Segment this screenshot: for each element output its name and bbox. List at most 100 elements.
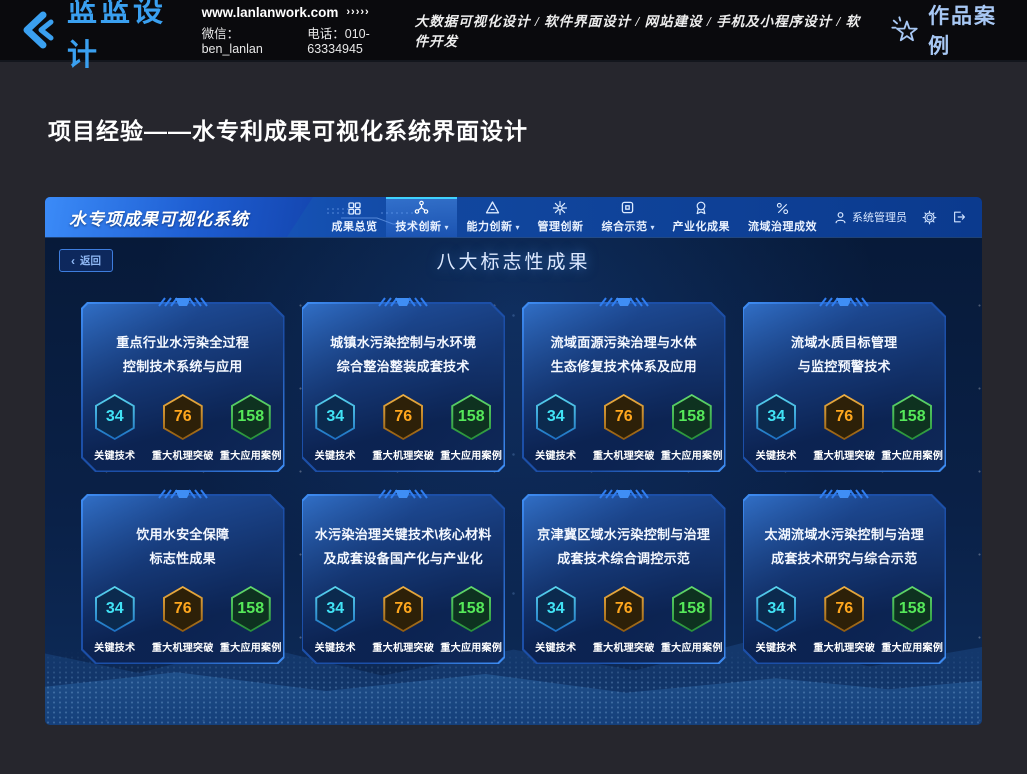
- flower-icon: [552, 200, 568, 216]
- chevron-down-icon: [512, 217, 519, 235]
- percent-icon: [775, 201, 790, 216]
- card-title-line1: 饮用水安全保障: [136, 523, 229, 547]
- hexagon-icon: 34: [756, 394, 796, 440]
- badge-application-cases: 158 重大应用案例: [659, 586, 725, 654]
- badge-label: 重大应用案例: [661, 639, 723, 654]
- badge-application-cases: 158 重大应用案例: [659, 394, 725, 462]
- achievement-card[interactable]: 城镇水污染控制与水环境 综合整治整装成套技术 34 关键技术: [302, 302, 506, 472]
- app-title: 水专项成果可视化系统: [69, 205, 249, 230]
- badge-major-breakthrough: 76 重大机理突破: [370, 586, 436, 654]
- badge-label: 重大应用案例: [220, 447, 282, 462]
- badges-row: 34 关键技术 76 重大机理突破: [743, 394, 945, 462]
- badge-key-tech: 34 关键技术: [523, 586, 589, 654]
- card-top-ornament: [361, 489, 445, 499]
- badge-label: 关键技术: [756, 639, 797, 654]
- hexagon-icon: 158: [672, 394, 712, 440]
- nav-label: 能力创新: [466, 218, 512, 234]
- badge-key-tech: 34 关键技术: [302, 586, 368, 654]
- nav-label: 综合示范: [601, 218, 647, 234]
- settings-gear-icon[interactable]: [922, 210, 937, 225]
- achievement-card[interactable]: 流域水质目标管理 与监控预警技术 34 关键技术: [743, 302, 947, 472]
- hexagon-icon: 158: [892, 394, 932, 440]
- nav-item-capability-innovation[interactable]: 能力创新: [457, 197, 528, 237]
- app-logo-banner: 水专项成果可视化系统: [45, 197, 313, 237]
- card-content: 流域水质目标管理 与监控预警技术 34 关键技术: [743, 302, 947, 472]
- nav-label: 技术创新: [395, 218, 441, 234]
- card-content: 京津冀区域水污染控制与治理 成套技术综合调控示范 34 关键技术: [522, 494, 726, 664]
- card-title-line2: 与监控预警技术: [791, 355, 897, 379]
- badges-row: 34 关键技术 76 重大机理突破: [743, 586, 945, 654]
- chevron-down-icon: [441, 217, 448, 235]
- arrows-decoration: ›››››: [346, 6, 369, 18]
- badge-label: 关键技术: [315, 639, 356, 654]
- badge-label: 重大应用案例: [440, 447, 502, 462]
- badge-label: 重大机理突破: [372, 447, 434, 462]
- user-name: 系统管理员: [852, 209, 907, 225]
- logout-icon[interactable]: [952, 210, 966, 224]
- card-title-line1: 水污染治理关键技术\核心材料: [315, 523, 492, 547]
- nav-item-management-innovation[interactable]: 管理创新: [528, 197, 592, 237]
- back-button-label: 返回: [80, 253, 101, 268]
- card-title-line2: 及成套设备国产化与产业化: [315, 547, 492, 571]
- badge-label: 关键技术: [94, 639, 135, 654]
- chevron-left-icon: ‹: [71, 255, 75, 267]
- hexagon-icon: 76: [824, 394, 864, 440]
- user-chip[interactable]: 系统管理员: [834, 209, 907, 225]
- card-title-line2: 成套技术研究与综合示范: [764, 547, 924, 571]
- medal-icon: [693, 200, 709, 216]
- card-content: 重点行业水污染全过程 控制技术系统与应用 34 关键技术: [81, 302, 285, 472]
- badge-major-breakthrough: 76 重大机理突破: [811, 586, 877, 654]
- card-content: 水污染治理关键技术\核心材料 及成套设备国产化与产业化 34 关键技术: [302, 494, 506, 664]
- badges-row: 34 关键技术 76 重大机理突破: [82, 394, 284, 462]
- site-logo[interactable]: 蓝蓝设计: [18, 0, 184, 74]
- hexagon-icon: 76: [604, 394, 644, 440]
- hexagon-icon: 76: [383, 394, 423, 440]
- lanlan-logo-icon: [18, 10, 58, 50]
- badge-application-cases: 158 重大应用案例: [218, 586, 284, 654]
- badge-key-tech: 34 关键技术: [82, 586, 148, 654]
- card-title-line1: 城镇水污染控制与水环境: [330, 331, 476, 355]
- badge-major-breakthrough: 76 重大机理突破: [150, 394, 216, 462]
- badges-row: 34 关键技术 76 重大机理突破: [523, 586, 725, 654]
- achievement-card[interactable]: 饮用水安全保障 标志性成果 34 关键技术: [81, 494, 285, 664]
- nav-label: 成果总览: [331, 218, 377, 234]
- achievement-card[interactable]: 京津冀区域水污染控制与治理 成套技术综合调控示范 34 关键技术: [522, 494, 726, 664]
- hexagon-icon: 34: [95, 586, 135, 632]
- hexagon-icon: 76: [604, 586, 644, 632]
- card-top-ornament: [802, 489, 886, 499]
- back-button[interactable]: ‹ 返回: [59, 249, 113, 272]
- achievement-card[interactable]: 太湖流域水污染控制与治理 成套技术研究与综合示范 34 关键技术: [743, 494, 947, 664]
- achievement-card[interactable]: 水污染治理关键技术\核心材料 及成套设备国产化与产业化 34 关键技术: [302, 494, 506, 664]
- badge-major-breakthrough: 76 重大机理突破: [370, 394, 436, 462]
- badge-label: 重大机理突破: [813, 639, 875, 654]
- nav-item-industrialization[interactable]: 产业化成果: [664, 197, 740, 237]
- molecule-icon: [414, 200, 429, 215]
- nav-item-watershed-governance[interactable]: 流域治理成效: [739, 197, 826, 237]
- nav-item-tech-innovation[interactable]: 技术创新: [386, 197, 457, 237]
- app-header: 水专项成果可视化系统 成果总览: [45, 197, 982, 237]
- achievement-card[interactable]: 流域面源污染治理与水体 生态修复技术体系及应用 34 关键技术: [522, 302, 726, 472]
- services-list: 大数据可视化设计 / 软件界面设计 / 网站建设 / 手机及小程序设计 / 软件…: [415, 10, 862, 50]
- hexagon-icon: 76: [824, 586, 864, 632]
- card-title-line2: 生态修复技术体系及应用: [551, 355, 697, 379]
- hexagon-icon: 34: [315, 394, 355, 440]
- magic-star-icon: [890, 15, 920, 45]
- badge-label: 重大应用案例: [440, 639, 502, 654]
- card-content: 城镇水污染控制与水环境 综合整治整装成套技术 34 关键技术: [302, 302, 506, 472]
- nav-item-overview[interactable]: 成果总览: [322, 197, 386, 237]
- card-title-line2: 标志性成果: [136, 547, 229, 571]
- card-title-line1: 流域水质目标管理: [791, 331, 897, 355]
- portfolio-button[interactable]: 作品案例: [890, 0, 1009, 60]
- badge-key-tech: 34 关键技术: [82, 394, 148, 462]
- badge-major-breakthrough: 76 重大机理突破: [591, 586, 657, 654]
- card-top-ornament: [141, 489, 225, 499]
- badge-label: 关键技术: [94, 447, 135, 462]
- triangle-icon: [485, 200, 500, 215]
- badges-row: 34 关键技术 76 重大机理突破: [82, 586, 284, 654]
- nav-item-comprehensive-demo[interactable]: 综合示范: [592, 197, 663, 237]
- badge-major-breakthrough: 76 重大机理突破: [591, 394, 657, 462]
- badge-label: 重大应用案例: [220, 639, 282, 654]
- achievement-card[interactable]: 重点行业水污染全过程 控制技术系统与应用 34 关键技术: [81, 302, 285, 472]
- phone-info: 电话：010-63334945: [307, 23, 414, 56]
- hexagon-icon: 34: [95, 394, 135, 440]
